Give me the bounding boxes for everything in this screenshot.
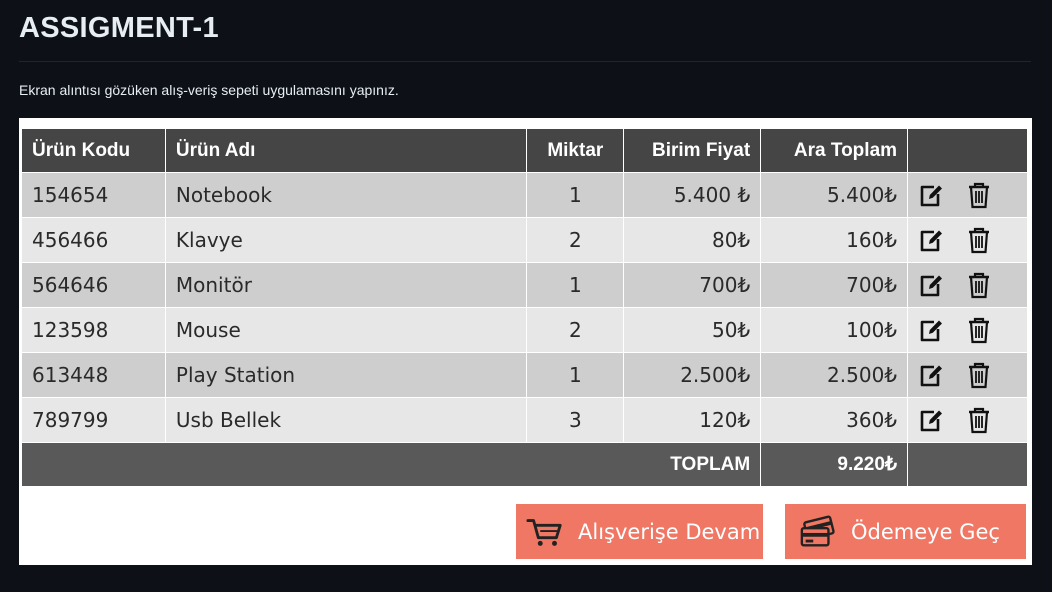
cell-product-code: 613448 <box>21 352 166 398</box>
table-row: 564646 Monitör 1 700₺ 700₺ <box>21 262 1028 308</box>
table-row: 789799 Usb Bellek 3 120₺ 360₺ <box>21 397 1028 443</box>
continue-shopping-label: Alışverişe Devam <box>578 519 761 544</box>
cell-product-name: Klavye <box>164 217 528 263</box>
cell-unit-price: 2.500₺ <box>623 352 762 398</box>
cell-actions <box>907 307 1028 353</box>
cell-product-code: 564646 <box>21 262 166 308</box>
cell-product-name: Play Station <box>164 352 528 398</box>
cart-table: Ürün Kodu Ürün Adı Miktar Birim Fiyat Ar… <box>20 128 1028 487</box>
header-subtotal: Ara Toplam <box>760 128 909 173</box>
table-row: 123598 Mouse 2 50₺ 100₺ <box>21 307 1028 353</box>
page-title: ASSIGMENT-1 <box>19 12 219 44</box>
title-divider <box>19 61 1031 62</box>
cell-quantity: 1 <box>526 172 625 218</box>
cart-icon <box>526 515 564 549</box>
checkout-button[interactable]: Ödemeye Geç <box>785 504 1026 559</box>
cell-subtotal: 160₺ <box>760 217 909 263</box>
header-actions <box>907 128 1028 173</box>
table-row: 613448 Play Station 1 2.500₺ 2.500₺ <box>21 352 1028 398</box>
cell-product-code: 123598 <box>21 307 166 353</box>
cell-product-name: Monitör <box>164 262 528 308</box>
cell-actions <box>907 397 1028 443</box>
cell-subtotal: 100₺ <box>760 307 909 353</box>
table-row: 154654 Notebook 1 5.400 ₺ 5.400₺ <box>21 172 1028 218</box>
cell-unit-price: 50₺ <box>623 307 762 353</box>
total-actions-cell <box>907 442 1028 487</box>
cell-subtotal: 5.400₺ <box>760 172 909 218</box>
trash-icon[interactable] <box>966 316 992 344</box>
cell-product-name: Notebook <box>164 172 528 218</box>
cell-subtotal: 700₺ <box>760 262 909 308</box>
cell-unit-price: 120₺ <box>623 397 762 443</box>
cell-actions <box>907 352 1028 398</box>
total-label: TOPLAM <box>20 442 762 487</box>
header-unit-price: Birim Fiyat <box>623 128 762 173</box>
cell-actions <box>907 172 1028 218</box>
trash-icon[interactable] <box>966 271 992 299</box>
checkout-label: Ödemeye Geç <box>851 519 1000 544</box>
cell-product-code: 456466 <box>21 217 166 263</box>
edit-icon[interactable] <box>918 226 944 254</box>
edit-icon[interactable] <box>918 316 944 344</box>
continue-shopping-button[interactable]: Alışverişe Devam <box>516 504 763 559</box>
cell-subtotal: 2.500₺ <box>760 352 909 398</box>
header-product-code: Ürün Kodu <box>21 128 166 173</box>
cell-actions <box>907 262 1028 308</box>
cell-quantity: 2 <box>526 307 625 353</box>
cart-panel: Ürün Kodu Ürün Adı Miktar Birim Fiyat Ar… <box>19 118 1032 565</box>
cell-unit-price: 80₺ <box>623 217 762 263</box>
credit-card-icon <box>799 515 837 549</box>
cell-unit-price: 5.400 ₺ <box>623 172 762 218</box>
cell-actions <box>907 217 1028 263</box>
edit-icon[interactable] <box>918 181 944 209</box>
edit-icon[interactable] <box>918 406 944 434</box>
cell-unit-price: 700₺ <box>623 262 762 308</box>
edit-icon[interactable] <box>918 271 944 299</box>
cell-quantity: 2 <box>526 217 625 263</box>
trash-icon[interactable] <box>966 226 992 254</box>
trash-icon[interactable] <box>966 181 992 209</box>
page-description: Ekran alıntısı gözüken alış-veriş sepeti… <box>19 82 399 98</box>
trash-icon[interactable] <box>966 406 992 434</box>
cell-product-code: 154654 <box>21 172 166 218</box>
cell-subtotal: 360₺ <box>760 397 909 443</box>
table-header-row: Ürün Kodu Ürün Adı Miktar Birim Fiyat Ar… <box>21 128 1028 173</box>
header-product-name: Ürün Adı <box>164 128 528 173</box>
table-row: 456466 Klavye 2 80₺ 160₺ <box>21 217 1028 263</box>
table-total-row: TOPLAM 9.220₺ <box>20 442 1028 487</box>
cell-product-code: 789799 <box>21 397 166 443</box>
cell-quantity: 1 <box>526 262 625 308</box>
cell-quantity: 3 <box>526 397 625 443</box>
cell-product-name: Usb Bellek <box>164 397 528 443</box>
cell-quantity: 1 <box>526 352 625 398</box>
trash-icon[interactable] <box>966 361 992 389</box>
header-quantity: Miktar <box>526 128 625 173</box>
cell-product-name: Mouse <box>164 307 528 353</box>
grand-total: 9.220₺ <box>760 442 909 487</box>
edit-icon[interactable] <box>918 361 944 389</box>
